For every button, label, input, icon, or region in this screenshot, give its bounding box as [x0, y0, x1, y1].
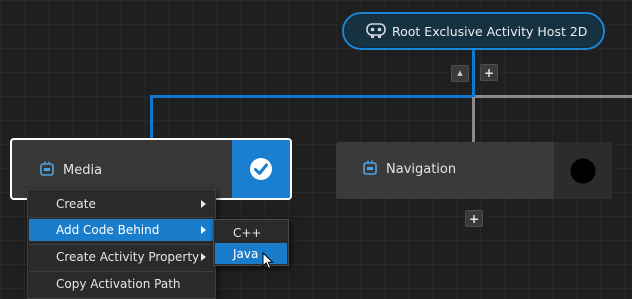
add-child-button[interactable]: + — [480, 64, 498, 81]
menu-item-copy-activation-path[interactable]: Copy Activation Path — [29, 273, 214, 295]
connector-horizontal-gray — [475, 95, 632, 98]
menu-item-create-activity-property[interactable]: Create Activity Property — [29, 246, 214, 268]
menu-separator — [29, 271, 214, 272]
menu-item-label: Copy Activation Path — [56, 277, 181, 291]
navigation-activity-node[interactable]: Navigation — [336, 142, 612, 199]
plus-icon: + — [468, 211, 480, 226]
plus-icon: + — [483, 65, 495, 80]
submenu-item-cpp[interactable]: C++ — [215, 222, 287, 243]
collapse-triangle-icon: ▲ — [457, 69, 463, 77]
menu-item-label: Create — [56, 197, 96, 211]
menu-item-add-code-behind[interactable]: Add Code Behind — [29, 219, 214, 241]
connector-to-media — [150, 95, 153, 139]
black-circle-icon — [570, 158, 596, 184]
root-node-label: Root Exclusive Activity Host 2D — [392, 23, 588, 39]
navigation-state-toggle[interactable] — [554, 142, 612, 199]
menu-separator — [29, 217, 214, 218]
code-behind-submenu: C++ Java — [213, 219, 289, 266]
menu-item-label: Add Code Behind — [56, 223, 160, 237]
mouse-pointer-icon — [262, 251, 274, 274]
menu-separator — [29, 244, 214, 245]
navigation-node-label: Navigation — [386, 162, 457, 177]
activity-node-icon — [40, 161, 54, 180]
connector-to-navigation — [472, 97, 475, 142]
submenu-item-label: Java — [233, 246, 259, 261]
connector-root-down — [472, 50, 475, 96]
root-activity-host-node[interactable]: Root Exclusive Activity Host 2D — [342, 12, 605, 50]
menu-item-create[interactable]: Create — [29, 193, 214, 215]
submenu-arrow-icon — [201, 200, 206, 208]
media-state-toggle[interactable] — [232, 140, 290, 198]
navigation-add-child-button[interactable]: + — [465, 210, 483, 227]
connector-horizontal-blue — [150, 95, 475, 98]
context-menu: Create Add Code Behind Create Activity P… — [27, 189, 216, 299]
checkmark-icon — [249, 157, 273, 181]
media-node-label: Media — [63, 163, 103, 178]
submenu-item-java[interactable]: Java — [215, 243, 287, 264]
submenu-arrow-icon — [201, 226, 206, 234]
submenu-item-label: C++ — [233, 225, 262, 240]
gamepad-icon — [366, 23, 386, 39]
submenu-arrow-icon — [201, 253, 206, 261]
activity-node-icon — [363, 160, 377, 179]
collapse-button[interactable]: ▲ — [451, 65, 469, 82]
menu-item-label: Create Activity Property — [56, 250, 200, 264]
